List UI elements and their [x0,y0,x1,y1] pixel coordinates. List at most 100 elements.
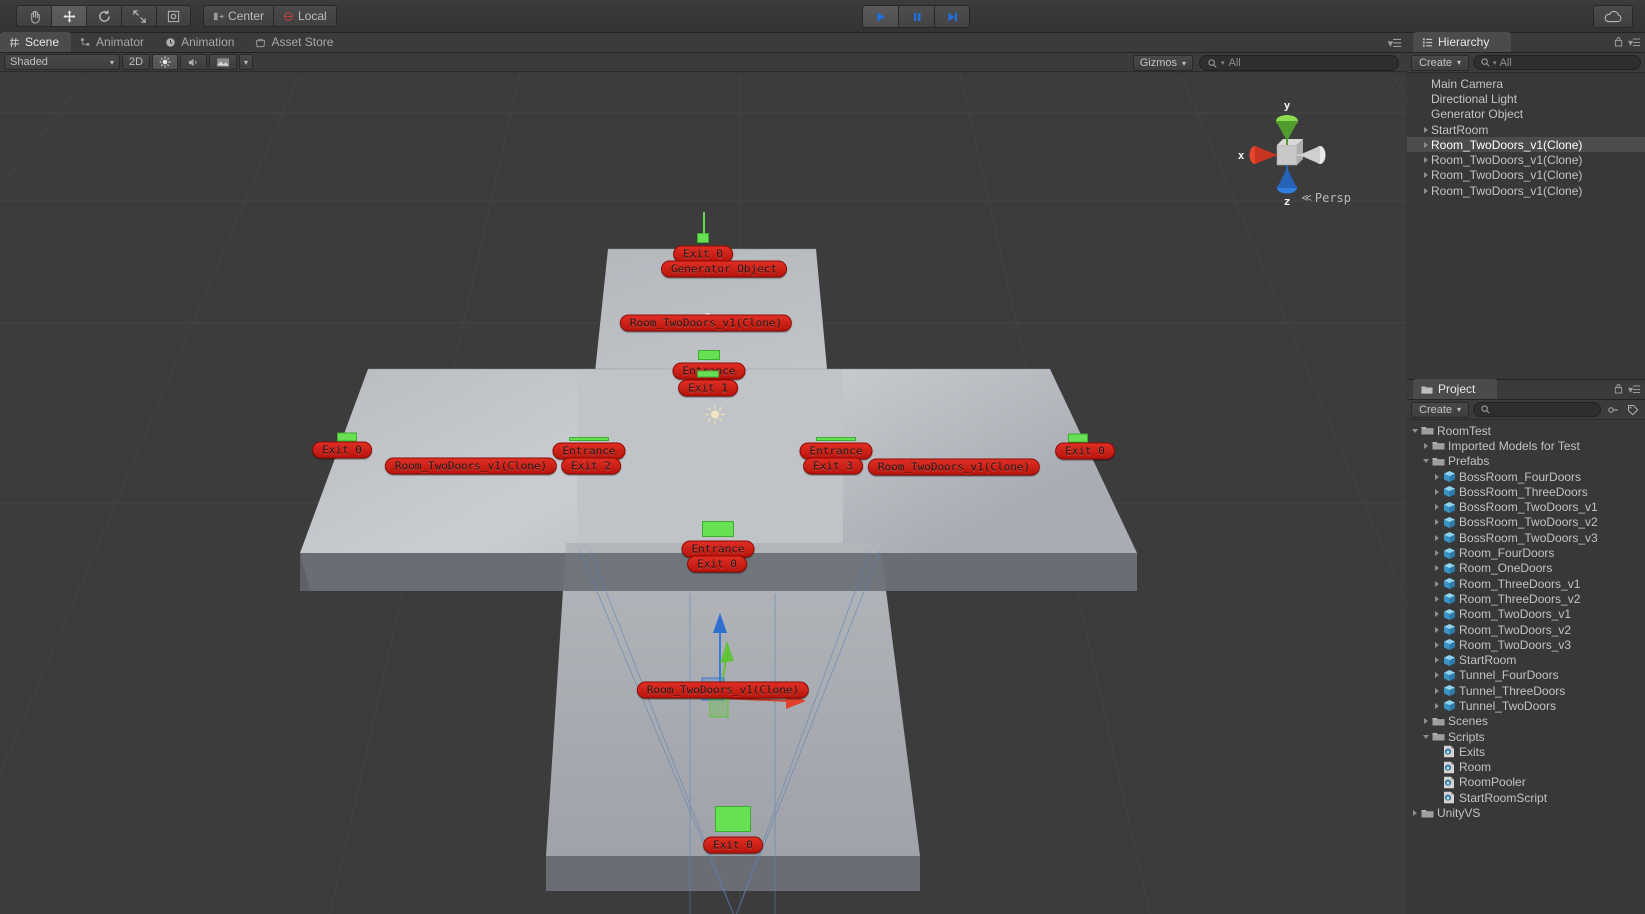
tree-row[interactable]: Tunnel_TwoDoors [1407,698,1645,713]
scene-object-label[interactable]: Room_TwoDoors_v1(Clone) [867,458,1041,476]
expander-closed[interactable] [1431,687,1442,694]
expander-closed[interactable] [1431,626,1442,633]
scene-viewport[interactable]: Exit 0 Generator Object Room_TwoDoors_v1(C… [0,73,1407,914]
hand-tool-button[interactable] [16,5,51,27]
rect-tool-button[interactable] [156,5,191,27]
step-button[interactable] [934,5,970,28]
tree-row[interactable]: Room_ThreeDoors_v2 [1407,591,1645,606]
tab-scene[interactable]: Scene [0,32,72,52]
expander-closed[interactable] [1431,519,1442,526]
move-gizmo[interactable] [650,573,850,733]
hierarchy-menu-button[interactable]: ▾☰ [1628,38,1641,49]
expander-open[interactable] [1409,428,1420,433]
tree-row[interactable]: StartRoom [1407,122,1645,137]
tab-project[interactable]: Project [1413,379,1498,399]
expander-closed[interactable] [1420,187,1431,194]
toggle-lighting-button[interactable] [152,54,179,70]
tree-row[interactable]: Directional Light [1407,91,1645,106]
perspective-mode-label[interactable]: ≪ Persp [1301,191,1351,205]
move-tool-button[interactable] [51,5,86,27]
project-create-button[interactable]: Create ▾ [1411,401,1470,418]
expander-closed[interactable] [1431,672,1442,679]
tree-row[interactable]: BossRoom_TwoDoors_v1 [1407,499,1645,514]
tree-row[interactable]: UnityVS [1407,805,1645,820]
tab-animator[interactable]: Animator [71,32,156,52]
expander-closed[interactable] [1431,504,1442,511]
tree-row[interactable]: Room_TwoDoors_v1(Clone) [1407,168,1645,183]
tree-row[interactable]: Room_TwoDoors_v1(Clone) [1407,152,1645,167]
pause-button[interactable] [898,5,934,28]
directional-light-gizmo[interactable] [704,404,726,431]
scene-object-label[interactable]: Room_TwoDoors_v1(Clone) [384,457,558,475]
tree-row[interactable]: Prefabs [1407,454,1645,469]
tree-row[interactable]: # Room [1407,760,1645,775]
rotate-tool-button[interactable] [86,5,121,27]
expander-open[interactable] [1420,459,1431,464]
hierarchy-search-input[interactable]: ▾ All [1473,55,1641,70]
toggle-effects-button[interactable] [209,54,238,70]
toggle-audio-button[interactable] [180,54,208,70]
project-tree[interactable]: RoomTest Imported Models for Test Prefabs B… [1407,420,1645,914]
project-label-button[interactable] [1625,402,1641,417]
scene-object-label[interactable]: Generator Object [661,260,787,278]
scene-object-label[interactable]: Exit 1 [678,379,738,397]
scene-object-label[interactable]: Room_TwoDoors_v1(Clone) [619,314,793,332]
scene-object-label[interactable]: Exit 2 [561,457,621,475]
tree-row[interactable]: Imported Models for Test [1407,438,1645,453]
expander-closed[interactable] [1420,141,1431,148]
play-button[interactable] [862,5,898,28]
expander-closed[interactable] [1431,580,1442,587]
space-mode-button[interactable]: Local [273,5,337,27]
tree-row[interactable]: Tunnel_ThreeDoors [1407,683,1645,698]
tree-row[interactable]: Room_FourDoors [1407,545,1645,560]
tree-row[interactable]: Room_TwoDoors_v1(Clone) [1407,183,1645,198]
scene-panel-menu-button[interactable]: ▾☰ [1388,37,1402,50]
tree-row[interactable]: Generator Object [1407,107,1645,122]
scene-object-label[interactable]: Exit 0 [687,555,747,573]
cloud-services-button[interactable] [1593,5,1633,28]
tree-row[interactable]: Scenes [1407,714,1645,729]
tree-row[interactable]: Room_TwoDoors_v2 [1407,622,1645,637]
expander-closed[interactable] [1431,641,1442,648]
expander-closed[interactable] [1431,565,1442,572]
tree-row[interactable]: Room_ThreeDoors_v1 [1407,576,1645,591]
expander-closed[interactable] [1431,657,1442,664]
project-search-input[interactable] [1473,402,1601,417]
expander-closed[interactable] [1431,702,1442,709]
tab-hierarchy[interactable]: Hierarchy [1413,32,1512,52]
tree-row[interactable]: BossRoom_ThreeDoors [1407,484,1645,499]
expander-closed[interactable] [1431,550,1442,557]
tree-row[interactable]: Room_TwoDoors_v1 [1407,607,1645,622]
tree-row[interactable]: BossRoom_TwoDoors_v3 [1407,530,1645,545]
toggle-2d-button[interactable]: 2D [122,54,151,70]
tree-row[interactable]: # Exits [1407,744,1645,759]
tree-row[interactable]: Room_OneDoors [1407,561,1645,576]
expander-closed[interactable] [1420,172,1431,179]
draw-mode-dropdown[interactable]: Shaded ▾ [4,54,120,70]
scene-object-label[interactable]: Exit 3 [803,457,863,475]
scale-tool-button[interactable] [121,5,156,27]
tree-row[interactable]: BossRoom_TwoDoors_v2 [1407,515,1645,530]
project-favorites-button[interactable] [1605,402,1621,417]
expander-closed[interactable] [1420,442,1431,449]
tree-row[interactable]: Scripts [1407,729,1645,744]
tree-row[interactable]: Room_TwoDoors_v3 [1407,637,1645,652]
expander-closed[interactable] [1431,611,1442,618]
tree-row[interactable]: StartRoom [1407,652,1645,667]
tab-asset-store[interactable]: Asset Store [246,32,345,52]
pivot-mode-button[interactable]: Center [203,5,274,27]
tree-row[interactable]: RoomTest [1407,423,1645,438]
expander-closed[interactable] [1420,157,1431,164]
scene-object-label[interactable]: Exit 0 [312,441,372,459]
hierarchy-tree[interactable]: Main Camera Directional Light Generator Ob… [1407,73,1645,380]
scene-object-label[interactable]: Exit 0 [703,836,763,854]
tree-row[interactable]: Room_TwoDoors_v1(Clone) [1407,137,1645,153]
gizmos-dropdown[interactable]: Gizmos ▾ [1132,55,1193,71]
effects-dropdown[interactable]: ▾ [239,54,254,70]
tree-row[interactable]: Main Camera [1407,76,1645,91]
tab-animation[interactable]: Animation [156,32,246,52]
scene-object-label[interactable]: Exit 0 [1055,442,1115,460]
expander-closed[interactable] [1409,810,1420,817]
hierarchy-create-button[interactable]: Create ▾ [1411,54,1470,71]
scene-search-input[interactable]: ▾ All [1199,55,1399,71]
